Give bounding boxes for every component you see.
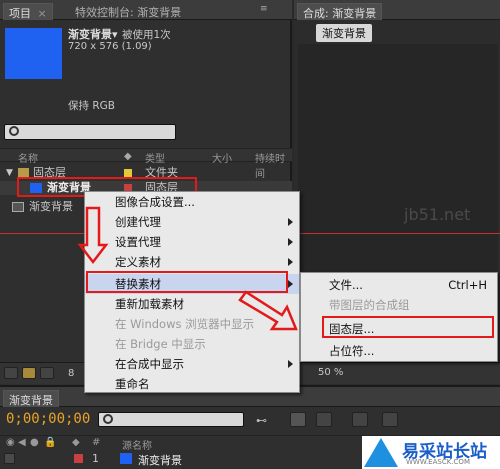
logo-url: WWW.EASCK.COM bbox=[406, 458, 470, 466]
logo-icon bbox=[364, 438, 398, 467]
annotation-arrows bbox=[77, 206, 298, 331]
arrow-diagonal-icon bbox=[238, 290, 298, 331]
arrow-down-icon bbox=[77, 206, 109, 265]
site-watermark-logo: 易采站长站 WWW.EASCK.COM bbox=[362, 436, 500, 469]
